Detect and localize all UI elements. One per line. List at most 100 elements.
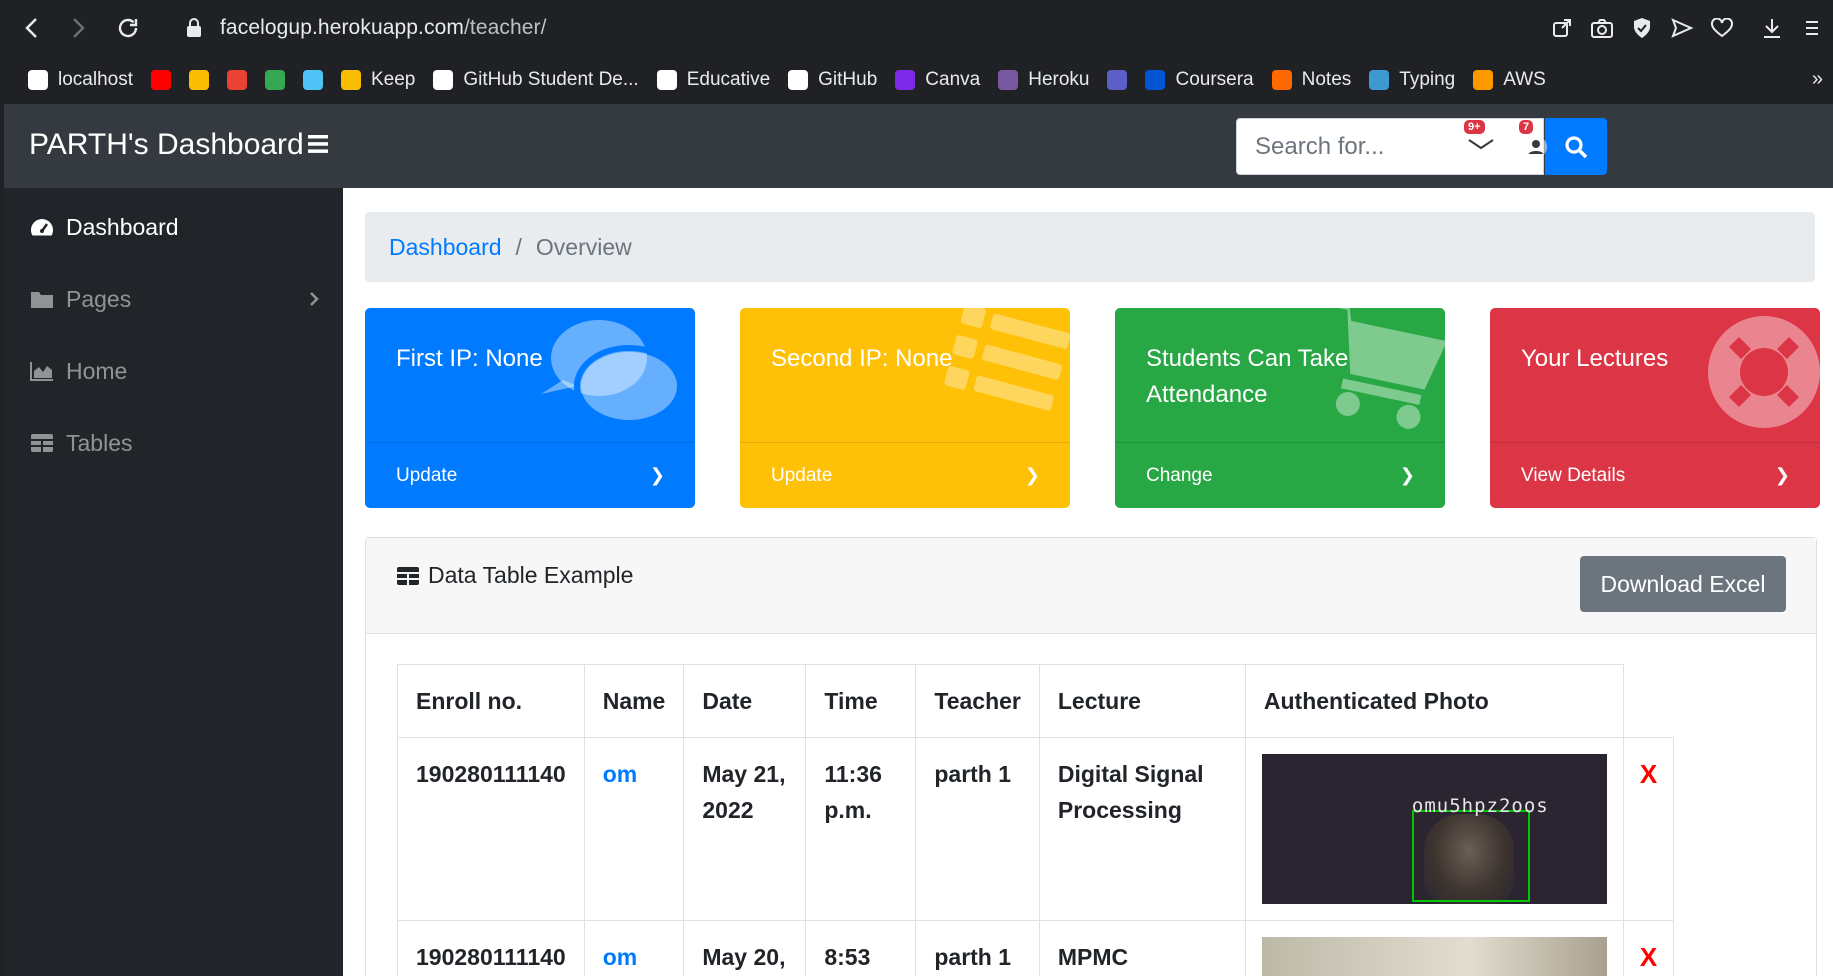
bookmark-item[interactable] bbox=[265, 70, 285, 90]
shield-icon[interactable] bbox=[1629, 15, 1655, 41]
card-footer-link[interactable]: View Details ❯ bbox=[1490, 442, 1820, 508]
bookmark-label: Notes bbox=[1301, 69, 1352, 90]
reload-icon bbox=[118, 18, 138, 38]
send-icon[interactable] bbox=[1669, 15, 1695, 41]
time-cell: 8:53 bbox=[805, 920, 917, 976]
column-header[interactable]: Enroll no. bbox=[397, 664, 585, 738]
bookmark-favicon-icon bbox=[303, 70, 323, 90]
photo-cell: omu5hpz2oos bbox=[1244, 737, 1624, 921]
bookmark-label: AWS bbox=[1503, 69, 1546, 90]
student-name-link[interactable]: om bbox=[583, 737, 685, 921]
bookmark-label: localhost bbox=[58, 69, 133, 90]
envelope-icon bbox=[1468, 138, 1494, 156]
bookmark-item[interactable]: localhost bbox=[28, 69, 133, 91]
bookmark-item[interactable]: Keep bbox=[341, 69, 415, 91]
bookmark-favicon-icon bbox=[227, 70, 247, 90]
bookmark-favicon-icon bbox=[341, 70, 361, 90]
bookmark-label: Keep bbox=[371, 69, 416, 90]
bookmark-item[interactable]: Educative bbox=[656, 69, 770, 91]
bell-icon bbox=[1415, 137, 1433, 159]
main-content: Dashboard / Overview First IP: None Upda… bbox=[343, 188, 1833, 976]
tachometer-icon bbox=[31, 219, 53, 236]
student-name-link[interactable]: om bbox=[583, 920, 685, 976]
card-second-ip: Second IP: None Update ❯ bbox=[740, 308, 1070, 508]
alerts-button[interactable] bbox=[1409, 132, 1439, 162]
column-header[interactable]: Authenticated Photo bbox=[1244, 664, 1624, 738]
delete-button[interactable]: X bbox=[1622, 920, 1675, 976]
brand-title[interactable]: PARTH's Dashboard bbox=[29, 128, 304, 162]
bookmark-item[interactable]: Canva bbox=[895, 69, 980, 91]
breadcrumb: Dashboard / Overview bbox=[365, 212, 1815, 282]
reload-button[interactable] bbox=[108, 8, 148, 48]
column-header[interactable]: Name bbox=[583, 664, 685, 738]
messages-button[interactable]: 9+ bbox=[1464, 120, 1496, 162]
download-excel-button[interactable]: Download Excel bbox=[1580, 556, 1786, 612]
sidebar-item-dashboard[interactable]: Dashboard bbox=[30, 210, 320, 244]
heart-icon[interactable] bbox=[1709, 15, 1735, 41]
camera-icon[interactable] bbox=[1589, 15, 1615, 41]
card-action-label: View Details bbox=[1521, 464, 1626, 486]
card-title: First IP: None bbox=[396, 345, 543, 372]
card-footer-link[interactable]: Update ❯ bbox=[365, 442, 695, 508]
card-action-label: Update bbox=[771, 464, 833, 486]
bookmark-item[interactable] bbox=[189, 70, 209, 90]
bookmark-item[interactable] bbox=[227, 70, 247, 90]
bookmark-item[interactable]: Typing bbox=[1369, 69, 1455, 91]
column-header[interactable]: Time bbox=[805, 664, 917, 738]
bookmark-favicon-icon bbox=[1473, 70, 1494, 90]
bookmark-item[interactable] bbox=[1107, 70, 1128, 90]
user-circle-icon bbox=[1525, 136, 1547, 158]
sidebar-item-label: Tables bbox=[66, 429, 133, 456]
folder-icon bbox=[31, 292, 53, 308]
sidebar-item-tables[interactable]: Tables bbox=[30, 426, 320, 460]
user-menu-button[interactable]: 7 bbox=[1519, 120, 1551, 162]
delete-button[interactable]: X bbox=[1622, 737, 1675, 921]
bookmark-item[interactable]: Heroku bbox=[998, 69, 1089, 91]
sidebar-item-pages[interactable]: Pages bbox=[30, 282, 320, 316]
column-header[interactable]: Date bbox=[683, 664, 807, 738]
table-row: 190280111140 om May 20, 8:53 parth 1 MPM… bbox=[397, 920, 1675, 976]
chevron-right-icon: ❯ bbox=[1774, 465, 1790, 485]
search-input[interactable]: Search for... bbox=[1236, 118, 1544, 175]
sidebar-item-label: Dashboard bbox=[66, 213, 179, 240]
bookmark-favicon-icon bbox=[1145, 70, 1166, 90]
card-footer-link[interactable]: Update ❯ bbox=[740, 442, 1070, 508]
card-action-label: Change bbox=[1146, 464, 1213, 486]
bookmark-item[interactable] bbox=[303, 70, 323, 90]
bookmark-item[interactable] bbox=[151, 70, 171, 90]
breadcrumb-separator: / bbox=[515, 233, 522, 260]
bookmarks-overflow-icon[interactable]: » bbox=[1812, 68, 1823, 91]
sidebar-item-home[interactable]: Home bbox=[30, 354, 320, 388]
search-button[interactable] bbox=[1545, 118, 1607, 175]
address-bar[interactable]: facelogup.herokuapp.com/teacher/ bbox=[186, 10, 547, 46]
menu-icon[interactable] bbox=[1799, 15, 1825, 41]
data-table-title: Data Table Example bbox=[396, 562, 633, 589]
column-header[interactable]: Teacher bbox=[915, 664, 1040, 738]
date-cell: May 20, bbox=[683, 920, 807, 976]
bookmarks-bar: localhost Keep GitHub Student De... Educati… bbox=[0, 56, 1833, 104]
breadcrumb-link-dashboard[interactable]: Dashboard bbox=[389, 234, 502, 261]
bookmark-label: Heroku bbox=[1028, 69, 1090, 90]
url-text: facelogup.herokuapp.com/teacher/ bbox=[220, 16, 547, 40]
bookmark-item[interactable]: GitHub Student De... bbox=[433, 69, 639, 91]
forward-button[interactable] bbox=[58, 8, 98, 48]
back-button[interactable] bbox=[12, 8, 52, 48]
time-cell: 11:36 p.m. bbox=[805, 737, 917, 921]
card-footer-link[interactable]: Change ❯ bbox=[1115, 442, 1445, 508]
download-icon[interactable] bbox=[1759, 15, 1785, 41]
bookmark-item[interactable]: GitHub bbox=[788, 69, 877, 91]
card-action-label: Update bbox=[396, 464, 458, 486]
bookmark-item[interactable]: AWS bbox=[1473, 69, 1546, 91]
forward-arrow-icon bbox=[73, 18, 85, 38]
sidebar-toggle-button[interactable] bbox=[308, 130, 330, 161]
teacher-cell: parth 1 bbox=[915, 920, 1040, 976]
bookmark-favicon-icon bbox=[433, 70, 454, 90]
bookmark-item[interactable]: Coursera bbox=[1145, 69, 1254, 91]
app-window: PARTH's Dashboard Search for... 9+ 7 Das… bbox=[4, 104, 1833, 976]
column-header[interactable]: Lecture bbox=[1038, 664, 1246, 738]
breadcrumb-current: Overview bbox=[535, 233, 632, 260]
card-title: Your Lectures bbox=[1521, 345, 1669, 372]
share-icon[interactable] bbox=[1549, 15, 1575, 41]
bookmark-item[interactable]: Notes bbox=[1271, 69, 1352, 91]
bookmark-label: Canva bbox=[925, 69, 981, 90]
